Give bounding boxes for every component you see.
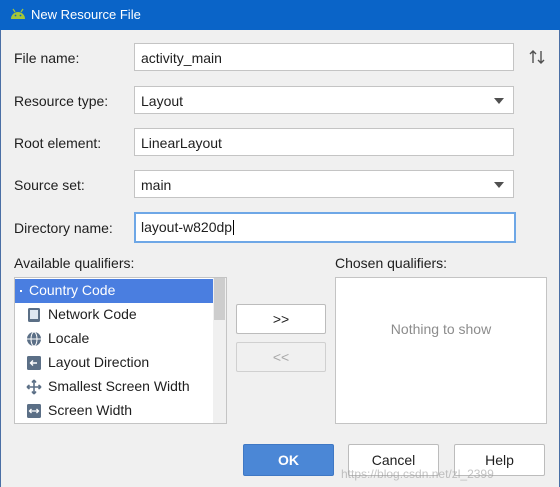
empty-state-text: Nothing to show bbox=[390, 321, 492, 337]
file-name-input[interactable]: activity_main bbox=[134, 43, 514, 71]
directory-name-value: layout-w820dp bbox=[141, 219, 233, 235]
screen-width-icon bbox=[27, 404, 41, 418]
scrollbar[interactable] bbox=[213, 278, 226, 423]
list-item-label: Network Code bbox=[48, 306, 137, 322]
resource-type-value: Layout bbox=[141, 93, 184, 109]
add-qualifier-button[interactable]: >> bbox=[236, 304, 326, 334]
list-item-country-code[interactable]: Country Code bbox=[15, 279, 213, 303]
list-item-smallest-screen-width[interactable]: Smallest Screen Width bbox=[15, 375, 213, 399]
remove-qualifier-button[interactable]: << bbox=[236, 342, 326, 372]
list-item-screen-width[interactable]: Screen Width bbox=[15, 399, 213, 423]
chosen-qualifiers-list[interactable]: Nothing to show bbox=[335, 277, 547, 424]
resource-type-label: Resource type: bbox=[14, 93, 109, 109]
layout-direction-icon bbox=[27, 356, 41, 370]
file-name-value: activity_main bbox=[141, 50, 222, 66]
text-caret bbox=[233, 220, 235, 235]
chosen-qualifiers-label: Chosen qualifiers: bbox=[335, 255, 448, 271]
watermark: https://blog.csdn.net/zl_2399 bbox=[341, 467, 494, 481]
list-item-label: Layout Direction bbox=[48, 354, 150, 370]
title-bar: New Resource File bbox=[0, 0, 560, 30]
list-item-layout-direction[interactable]: Layout Direction bbox=[15, 351, 213, 375]
list-item-label: Screen Width bbox=[48, 402, 133, 418]
android-icon bbox=[11, 8, 25, 19]
selection-marker bbox=[20, 290, 22, 292]
list-item-label: Smallest Screen Width bbox=[48, 378, 190, 394]
available-qualifiers-list[interactable]: Country Code Network Code Locale Layout … bbox=[14, 277, 227, 424]
directory-name-input[interactable]: layout-w820dp bbox=[134, 212, 516, 243]
list-item-network-code[interactable]: Network Code bbox=[15, 303, 213, 327]
file-name-label: File name: bbox=[14, 50, 80, 66]
window-title: New Resource File bbox=[31, 7, 141, 22]
root-element-input[interactable]: LinearLayout bbox=[134, 128, 514, 156]
list-item-label: Locale bbox=[48, 330, 90, 346]
list-item-label: Country Code bbox=[29, 282, 116, 298]
source-set-select[interactable]: main bbox=[134, 170, 514, 198]
network-code-icon bbox=[28, 308, 40, 322]
smallest-width-icon bbox=[26, 379, 42, 395]
scrollbar-thumb[interactable] bbox=[214, 278, 225, 320]
resource-type-select[interactable]: Layout bbox=[134, 86, 514, 114]
sort-icon[interactable] bbox=[528, 48, 546, 66]
chevron-down-icon bbox=[494, 182, 504, 188]
source-set-label: Source set: bbox=[14, 177, 85, 193]
root-element-value: LinearLayout bbox=[141, 135, 222, 151]
source-set-value: main bbox=[141, 177, 172, 193]
ok-button[interactable]: OK bbox=[243, 444, 334, 476]
chevron-down-icon bbox=[494, 98, 504, 104]
new-resource-dialog: File name: activity_main Resource type: … bbox=[0, 30, 560, 487]
directory-name-label: Directory name: bbox=[14, 220, 113, 236]
globe-icon bbox=[27, 331, 41, 347]
available-qualifiers-label: Available qualifiers: bbox=[14, 255, 135, 271]
list-item-locale[interactable]: Locale bbox=[15, 327, 213, 351]
root-element-label: Root element: bbox=[14, 135, 102, 151]
